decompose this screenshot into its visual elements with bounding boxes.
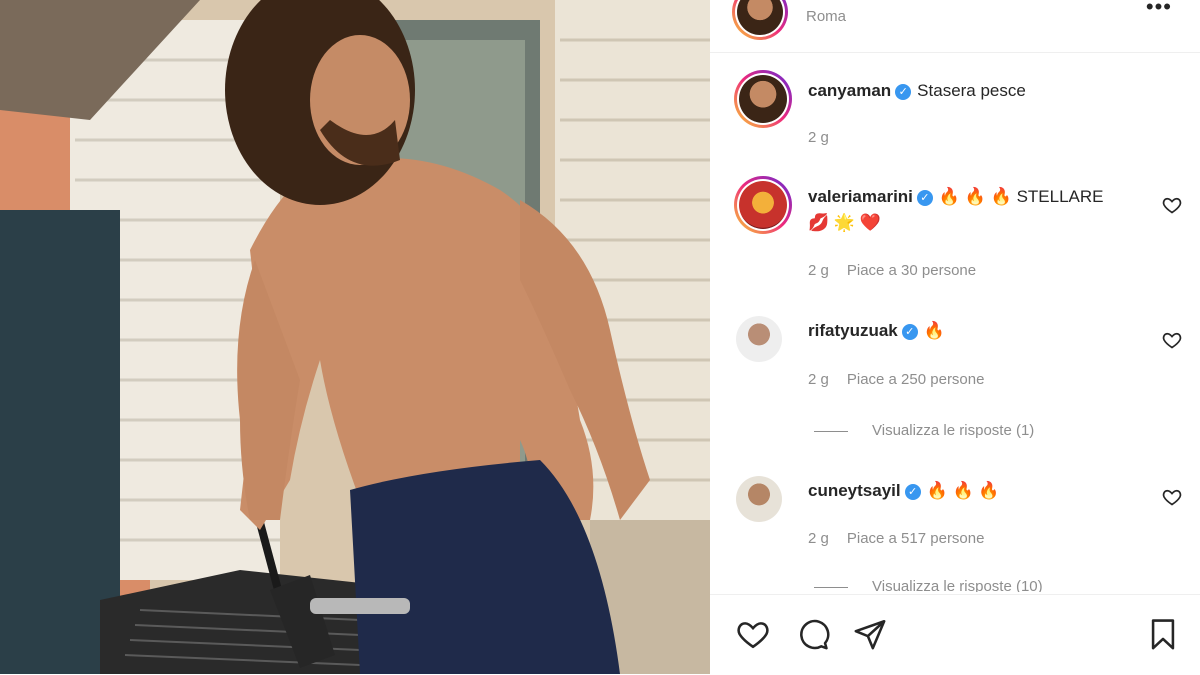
comment-username[interactable]: valeriamarini [808, 187, 913, 206]
verified-badge-icon: ✓ [895, 84, 912, 100]
comment-avatar[interactable] [734, 176, 792, 234]
view-replies-link[interactable]: Visualizza le risposte (10) [814, 578, 1043, 592]
post-header: Roma ••• [710, 0, 1200, 53]
comment-age[interactable]: 2 g [808, 371, 829, 388]
caption-age[interactable]: 2 g [808, 129, 829, 146]
comment-item: cuneytsayil ✓ 🔥 🔥 🔥 2 g Piace a 517 persone… [734, 474, 1182, 594]
comment-item: rifatyuzuak ✓ 🔥 2 g Piace a 250 persone Vis… [734, 314, 1182, 444]
caption-text: Stasera pesce [917, 81, 1026, 100]
comment-avatar[interactable] [736, 316, 782, 362]
comment-meta: 2 g Piace a 517 persone [808, 530, 1002, 547]
post-photo[interactable] [0, 0, 710, 674]
post-details-panel: Roma ••• canyaman ✓ Stasera pesce 2 g vale… [710, 0, 1200, 674]
comment-age[interactable]: 2 g [808, 530, 829, 547]
comment-username[interactable]: cuneytsayil [808, 481, 901, 500]
comment-likes[interactable]: Piace a 30 persone [847, 262, 976, 279]
more-options-icon[interactable]: ••• [1146, 0, 1172, 20]
bookmark-icon[interactable] [1146, 617, 1180, 651]
caption-meta: 2 g [808, 129, 847, 146]
comment-age[interactable]: 2 g [808, 262, 829, 279]
comment-likes[interactable]: Piace a 517 persone [847, 530, 985, 547]
comment-text-line2: 💋 🌟 ❤️ [808, 213, 881, 232]
comment-meta: 2 g Piace a 250 persone [808, 371, 1002, 388]
caption: canyaman ✓ Stasera pesce 2 g [734, 70, 1174, 160]
comment-likes[interactable]: Piace a 250 persone [847, 371, 985, 388]
comment-item: valeriamarini ✓ 🔥 🔥 🔥 STELLARE 💋 🌟 ❤️ 2 g P… [734, 176, 1182, 286]
like-comment-heart-icon[interactable] [1162, 487, 1182, 507]
replies-divider [814, 586, 848, 588]
comment-text: 🔥 🔥 🔥 STELLARE [938, 187, 1104, 206]
view-replies-text[interactable]: Visualizza le risposte (10) [872, 578, 1043, 592]
verified-badge-icon: ✓ [916, 190, 933, 206]
caption-avatar[interactable] [734, 70, 792, 128]
like-comment-heart-icon[interactable] [1162, 195, 1182, 215]
heart-icon[interactable] [736, 617, 770, 651]
author-avatar[interactable] [732, 0, 788, 40]
post-actions-bar [710, 594, 1200, 675]
post-location[interactable]: Roma [806, 8, 846, 25]
comment-avatar[interactable] [736, 476, 782, 522]
verified-badge-icon: ✓ [901, 324, 918, 340]
caption-username[interactable]: canyaman [808, 81, 891, 100]
send-icon[interactable] [853, 617, 887, 651]
comment-text: 🔥 🔥 🔥 [926, 481, 1000, 500]
view-replies-link[interactable]: Visualizza le risposte (1) [814, 422, 1034, 439]
comment-username[interactable]: rifatyuzuak [808, 321, 898, 340]
replies-divider [814, 430, 848, 432]
comment-text: 🔥 [923, 321, 945, 340]
like-comment-heart-icon[interactable] [1162, 330, 1182, 350]
comment-meta: 2 g Piace a 30 persone [808, 262, 994, 279]
view-replies-text[interactable]: Visualizza le risposte (1) [872, 422, 1034, 439]
comment-icon[interactable] [796, 617, 830, 651]
verified-badge-icon: ✓ [904, 484, 921, 500]
